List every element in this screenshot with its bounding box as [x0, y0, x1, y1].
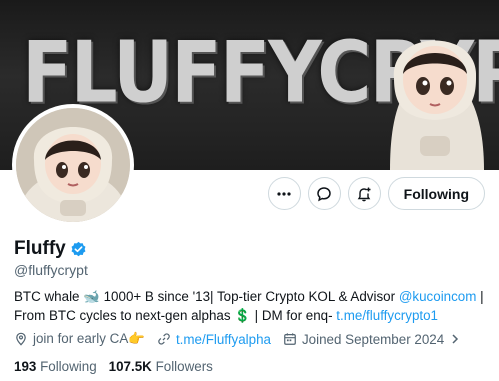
link-icon: [158, 333, 170, 345]
profile-handle: @fluffycrypt: [14, 262, 88, 278]
bio-line-2: From BTC cycles to next-gen alphas 💲 | D…: [14, 308, 439, 323]
location-icon: [16, 332, 26, 346]
profile-bio: BTC whale 🐋 1000+ B since '13| Top-tier …: [14, 287, 489, 325]
following-stat[interactable]: 193 Following: [14, 359, 97, 374]
notify-plus-icon: [357, 187, 371, 201]
verified-icon: [71, 241, 86, 256]
bio-telegram-link[interactable]: t.me/fluffycrypto1: [336, 308, 438, 323]
followers-stat[interactable]: 107.5K Followers: [109, 359, 213, 374]
calendar-icon: [284, 333, 296, 345]
profile-name: Fluffy: [14, 238, 66, 259]
chevron-right-icon: [452, 334, 459, 344]
profile-avatar[interactable]: [12, 104, 134, 226]
banner-character-illustration: [390, 40, 484, 170]
meta-location: join for early CA👉: [14, 331, 145, 347]
meta-website[interactable]: t.me/Fluffyalpha: [157, 332, 271, 347]
profile-name-row: Fluffy: [14, 238, 87, 260]
avatar-illustration: [16, 108, 130, 222]
message-icon: [317, 186, 331, 201]
bio-mention-link[interactable]: @kucoincom: [399, 289, 477, 304]
more-button[interactable]: [267, 177, 301, 210]
following-button[interactable]: Following: [387, 177, 485, 210]
more-icon: [277, 191, 291, 196]
notify-button[interactable]: [347, 177, 381, 210]
message-button[interactable]: [307, 177, 341, 210]
profile-stats: 193 Following 107.5K Followers: [14, 359, 225, 374]
profile-meta: join for early CA👉 t.me/Fluffyalpha Join…: [14, 331, 473, 347]
bio-line-1: BTC whale 🐋 1000+ B since '13| Top-tier …: [14, 289, 484, 304]
meta-joined[interactable]: Joined September 2024: [283, 332, 461, 347]
profile-actions: Following: [267, 177, 485, 210]
